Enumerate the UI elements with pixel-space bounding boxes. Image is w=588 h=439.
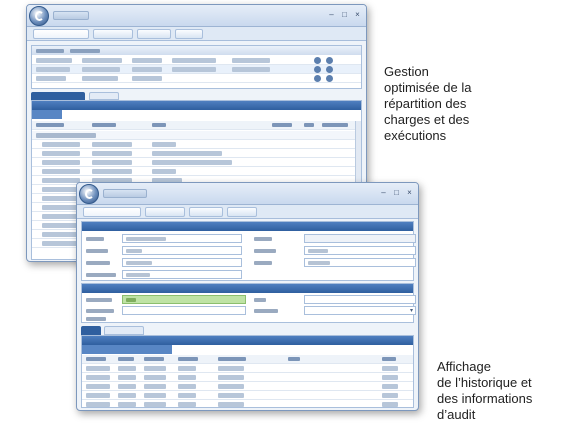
table-row[interactable] xyxy=(82,373,413,382)
caption-line: Affichage xyxy=(437,359,491,374)
ribbon-button[interactable] xyxy=(227,206,257,217)
caption-line: exécutions xyxy=(384,128,447,143)
close-icon[interactable]: × xyxy=(353,10,362,19)
table-row[interactable] xyxy=(82,364,413,373)
dropdown-field[interactable] xyxy=(122,306,246,315)
table-row[interactable] xyxy=(32,158,361,167)
tab[interactable] xyxy=(89,92,119,100)
grid-subheader xyxy=(32,110,62,119)
ribbon-button[interactable] xyxy=(189,206,223,217)
title-bar: – □ × xyxy=(27,5,366,27)
ribbon xyxy=(77,205,418,219)
tab-active[interactable] xyxy=(81,326,101,335)
ribbon-button[interactable] xyxy=(93,28,133,39)
form-row xyxy=(82,246,416,255)
status-icon xyxy=(314,57,321,64)
text-field[interactable] xyxy=(304,258,416,267)
form-row xyxy=(82,295,416,304)
group-row[interactable] xyxy=(32,131,361,140)
ribbon xyxy=(27,27,366,41)
table-row[interactable] xyxy=(32,149,361,158)
grid-header xyxy=(82,336,413,345)
ribbon-button[interactable] xyxy=(83,206,141,217)
text-field[interactable] xyxy=(122,234,242,243)
quick-access-toolbar[interactable] xyxy=(53,11,89,20)
table-row[interactable] xyxy=(82,382,413,391)
ribbon-button[interactable] xyxy=(175,28,203,39)
ribbon-button[interactable] xyxy=(137,28,171,39)
status-icon xyxy=(326,75,333,82)
text-field[interactable] xyxy=(304,295,416,304)
table-row[interactable] xyxy=(32,65,361,74)
tab[interactable] xyxy=(104,326,144,335)
caption-line: optimisée de la xyxy=(384,80,472,95)
caption-line: d’audit xyxy=(437,407,476,422)
general-section xyxy=(81,221,416,281)
text-field[interactable] xyxy=(304,246,416,255)
dropdown-field[interactable]: ▾ xyxy=(304,306,416,315)
text-field[interactable] xyxy=(304,234,416,243)
table-row[interactable] xyxy=(32,56,361,65)
form-row xyxy=(82,270,413,279)
section-header xyxy=(82,222,413,231)
caption-line: répartition des xyxy=(384,96,467,111)
close-icon[interactable]: × xyxy=(405,188,414,197)
form-row xyxy=(82,234,416,243)
column-header[interactable] xyxy=(70,49,100,53)
window-controls: – □ × xyxy=(327,10,362,19)
quick-access-toolbar[interactable] xyxy=(103,189,147,198)
grid-column-headers xyxy=(32,121,361,130)
chevron-down-icon[interactable]: ▾ xyxy=(410,307,413,314)
feature-caption-load-balancing: Gestion optimisée de la répartition des … xyxy=(384,64,584,144)
caption-line: des informations xyxy=(437,391,533,406)
status-icon xyxy=(314,75,321,82)
table-row[interactable] xyxy=(32,167,361,176)
grid-header xyxy=(32,101,361,110)
ribbon-button[interactable] xyxy=(33,28,89,39)
date-field[interactable] xyxy=(122,258,242,267)
text-field[interactable] xyxy=(122,246,242,255)
table-row[interactable] xyxy=(32,140,361,149)
audit-history-grid xyxy=(81,335,414,408)
table-row[interactable] xyxy=(32,74,361,83)
status-icon xyxy=(326,57,333,64)
table-row[interactable] xyxy=(82,400,413,409)
column-header[interactable] xyxy=(36,49,64,53)
table-row[interactable] xyxy=(82,391,413,400)
app-orb-icon[interactable] xyxy=(29,6,49,26)
app-orb-icon[interactable] xyxy=(79,184,99,204)
section-header xyxy=(82,284,413,293)
title-bar: – □ × xyxy=(77,183,418,205)
window-controls: – □ × xyxy=(379,188,414,197)
detail-tabs xyxy=(31,92,231,100)
history-tabs xyxy=(81,326,201,335)
job-detail-window: – □ × ▾ xyxy=(76,182,419,411)
maximize-icon[interactable]: □ xyxy=(340,10,349,19)
form-row xyxy=(82,258,416,267)
text-field[interactable] xyxy=(122,270,242,279)
minimize-icon[interactable]: – xyxy=(379,188,388,197)
execution-section: ▾ xyxy=(81,283,416,323)
caption-line: de l’historique et xyxy=(437,375,532,390)
status-field[interactable] xyxy=(122,295,246,304)
status-icon xyxy=(314,66,321,73)
caption-line: charges et des xyxy=(384,112,470,127)
maximize-icon[interactable]: □ xyxy=(392,188,401,197)
tab-active[interactable] xyxy=(31,92,85,100)
caption-line: Gestion xyxy=(384,64,429,79)
ribbon-button[interactable] xyxy=(145,206,185,217)
grid-subheader xyxy=(82,345,172,354)
queue-list xyxy=(31,45,362,89)
feature-caption-audit-history: Affichage de l’historique et des informa… xyxy=(437,359,587,423)
form-row: ▾ xyxy=(82,306,416,315)
minimize-icon[interactable]: – xyxy=(327,10,336,19)
grid-column-headers xyxy=(82,355,413,364)
status-icon xyxy=(326,66,333,73)
